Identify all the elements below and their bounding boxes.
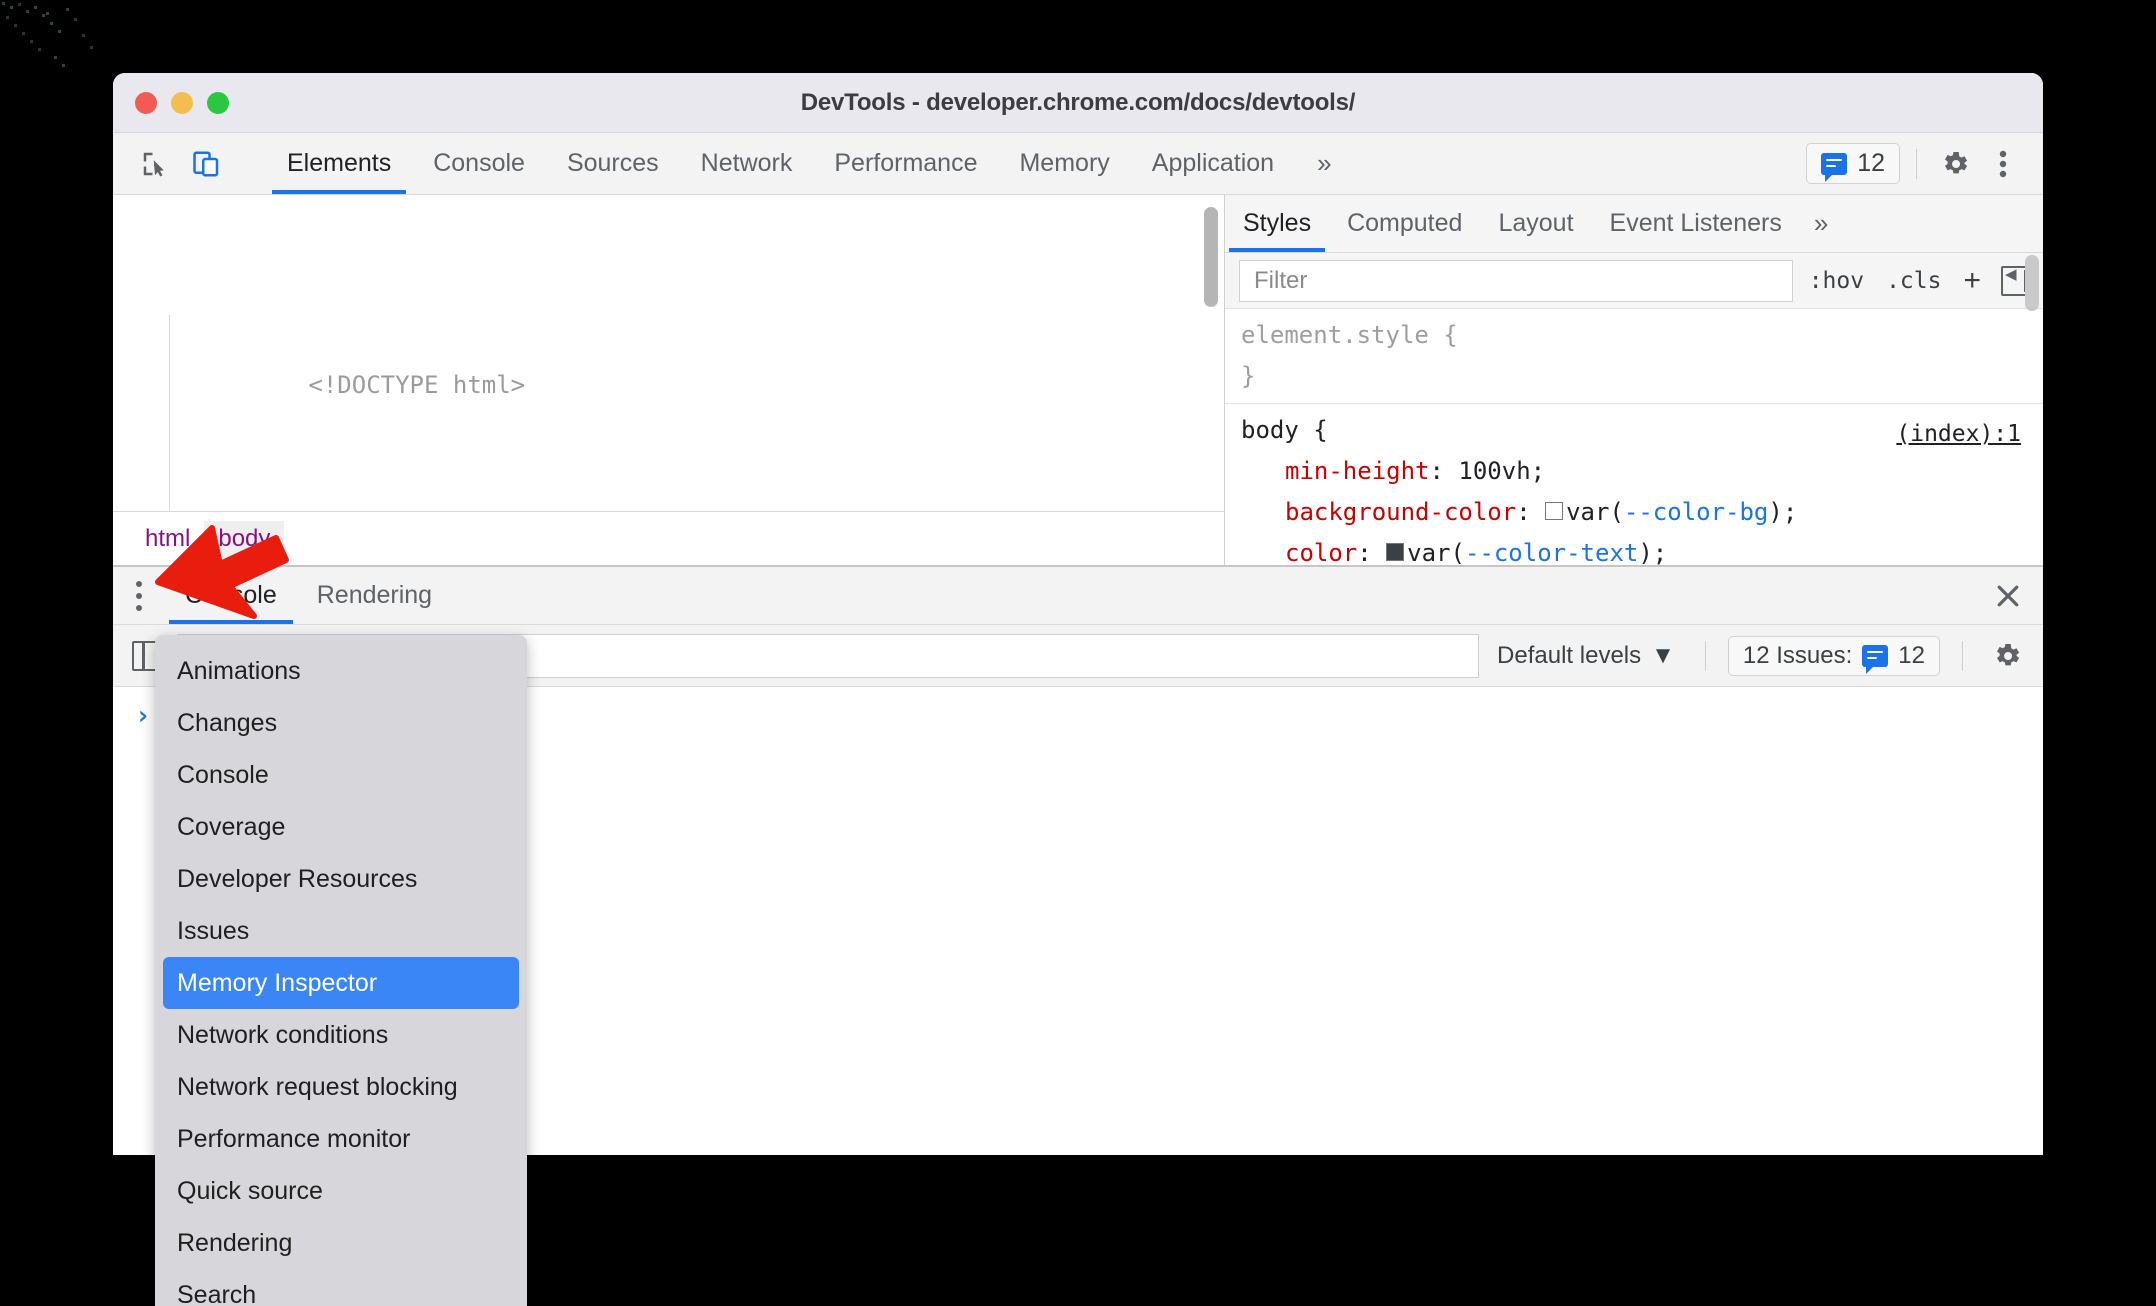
tab-layout[interactable]: Layout xyxy=(1480,195,1591,252)
tab-network[interactable]: Network xyxy=(680,133,814,194)
dom-tree-scrollbar[interactable] xyxy=(1204,207,1218,307)
tab-performance[interactable]: Performance xyxy=(813,133,998,194)
issues-badge-button[interactable]: 12 xyxy=(1806,143,1900,184)
prop-min-height[interactable]: min-height xyxy=(1285,457,1430,485)
console-prompt-arrow-icon: › xyxy=(135,701,151,731)
console-issues-bubble-icon xyxy=(1862,644,1889,674)
prop-color[interactable]: color xyxy=(1285,539,1357,565)
color-swatch-bg-icon[interactable] xyxy=(1545,502,1564,520)
drawer-close-icon[interactable] xyxy=(1973,567,2043,624)
menu-item-console[interactable]: Console xyxy=(155,749,527,801)
menu-item-developer-resources[interactable]: Developer Resources xyxy=(155,853,527,905)
tab-console[interactable]: Console xyxy=(412,133,546,194)
window-titlebar: DevTools - developer.chrome.com/docs/dev… xyxy=(113,73,2043,133)
tab-memory[interactable]: Memory xyxy=(998,133,1130,194)
val-color-varname[interactable]: --color-text xyxy=(1465,539,1638,565)
element-style-selector: element.style { xyxy=(1241,321,1458,349)
breadcrumb-item-body[interactable]: body xyxy=(204,520,285,557)
styles-panel: Styles Computed Layout Event Listeners »… xyxy=(1225,195,2043,565)
screenshot-root: DevTools - developer.chrome.com/docs/dev… xyxy=(0,0,2156,1306)
main-menu-kebab-icon[interactable] xyxy=(1981,142,2025,186)
element-style-closing-brace: } xyxy=(1241,362,1256,390)
console-issues-label: 12 Issues: xyxy=(1742,641,1853,669)
cls-toggle-button[interactable]: .cls xyxy=(1880,268,1947,294)
drawer-more-tools-kebab-icon[interactable] xyxy=(113,567,165,624)
val-bg-prefix: var( xyxy=(1566,498,1624,526)
menu-item-rendering[interactable]: Rendering xyxy=(155,1217,527,1269)
declaration-color[interactable]: color: var(--color-text); xyxy=(1241,533,2043,565)
issues-bubble-icon xyxy=(1821,152,1848,182)
device-toolbar-icon[interactable] xyxy=(187,144,227,184)
body-rule-origin-link[interactable]: (index):1 xyxy=(1896,414,2021,455)
console-issues-button[interactable]: 12 Issues: 12 xyxy=(1727,635,1940,676)
drawer-tab-console[interactable]: Console xyxy=(165,567,297,624)
tab-sources[interactable]: Sources xyxy=(546,133,680,194)
console-settings-gear-icon[interactable] xyxy=(1985,634,2029,678)
css-rule-list: element.style { } body { (index):1 min-h… xyxy=(1225,309,2043,565)
val-bg-varname[interactable]: --color-bg xyxy=(1624,498,1769,526)
console-issues-count: 12 xyxy=(1898,641,1925,669)
hov-toggle-button[interactable]: :hov xyxy=(1803,268,1870,294)
prop-background-color[interactable]: background-color xyxy=(1285,498,1516,526)
main-toolbar: Elements Console Sources Network Perform… xyxy=(113,133,2043,195)
menu-item-changes[interactable]: Changes xyxy=(155,697,527,749)
tab-styles[interactable]: Styles xyxy=(1225,195,1329,252)
val-bg-suffix: ); xyxy=(1768,498,1798,526)
styles-tab-list: Styles Computed Layout Event Listeners » xyxy=(1225,195,2043,253)
val-color-prefix: var( xyxy=(1407,539,1465,565)
more-tools-dropdown-menu[interactable]: Animations Changes Console Coverage Deve… xyxy=(155,635,527,1306)
menu-item-animations[interactable]: Animations xyxy=(155,645,527,697)
styles-filter-bar: Filter :hov .cls + xyxy=(1225,253,2043,309)
issues-badge-count: 12 xyxy=(1857,149,1885,177)
doctype-token: <!DOCTYPE html> xyxy=(308,371,526,399)
gear-icon[interactable] xyxy=(1933,142,1977,186)
panel-tab-list: Elements Console Sources Network Perform… xyxy=(266,133,1348,194)
declaration-min-height[interactable]: min-height: 100vh; xyxy=(1241,451,2043,492)
chevron-down-icon: ▼ xyxy=(1651,641,1675,669)
tab-event-listeners[interactable]: Event Listeners xyxy=(1592,195,1800,252)
new-style-rule-button[interactable]: + xyxy=(1957,264,1987,298)
styles-more-tabs-chevron-icon[interactable]: » xyxy=(1800,195,1842,252)
menu-item-network-conditions[interactable]: Network conditions xyxy=(155,1009,527,1061)
toolbar-right-group: 12 xyxy=(1806,133,2043,194)
val-color-suffix: ); xyxy=(1638,539,1668,565)
css-rule-body[interactable]: body { (index):1 min-height: 100vh; back… xyxy=(1225,404,2043,565)
menu-item-issues[interactable]: Issues xyxy=(155,905,527,957)
dom-tree[interactable]: <!DOCTYPE html> <html lang="en" data-coo… xyxy=(113,195,1224,565)
console-toolbar-divider-2 xyxy=(1962,640,1963,671)
panels-container: <!DOCTYPE html> <html lang="en" data-coo… xyxy=(113,195,2043,565)
log-levels-label: Default levels xyxy=(1497,641,1642,669)
edge-noise-decoration xyxy=(2,2,93,67)
color-swatch-text-icon[interactable] xyxy=(1386,543,1405,561)
drawer-tab-rendering[interactable]: Rendering xyxy=(297,567,452,624)
menu-item-memory-inspector[interactable]: Memory Inspector xyxy=(163,957,519,1009)
val-min-height[interactable]: 100vh; xyxy=(1458,457,1545,485)
dom-line-doctype[interactable]: <!DOCTYPE html> xyxy=(113,325,1224,445)
declaration-background-color[interactable]: background-color: var(--color-bg); xyxy=(1241,492,2043,533)
styles-filter-input[interactable]: Filter xyxy=(1239,259,1793,302)
menu-item-network-request-blocking[interactable]: Network request blocking xyxy=(155,1061,527,1113)
log-levels-dropdown[interactable]: Default levels ▼ xyxy=(1489,642,1683,670)
tab-elements[interactable]: Elements xyxy=(266,133,412,194)
breadcrumb-item-html[interactable]: html xyxy=(131,521,204,557)
menu-item-coverage[interactable]: Coverage xyxy=(155,801,527,853)
tab-application[interactable]: Application xyxy=(1131,133,1295,194)
toolbar-divider-2 xyxy=(1916,148,1917,179)
breadcrumb: html body xyxy=(113,511,1224,565)
menu-item-performance-monitor[interactable]: Performance monitor xyxy=(155,1113,527,1165)
window-title: DevTools - developer.chrome.com/docs/dev… xyxy=(800,88,1356,116)
menu-item-search[interactable]: Search xyxy=(155,1269,527,1306)
console-toolbar-divider xyxy=(1704,640,1706,671)
more-panels-chevron-icon[interactable]: » xyxy=(1301,133,1347,194)
inspect-element-icon[interactable] xyxy=(135,144,175,184)
tab-computed[interactable]: Computed xyxy=(1329,195,1480,252)
toolbar-icon-group xyxy=(113,133,266,194)
drawer-tab-bar: Console Rendering xyxy=(113,567,2043,625)
menu-item-quick-source[interactable]: Quick source xyxy=(155,1165,527,1217)
styles-panel-scrollbar[interactable] xyxy=(2025,255,2039,311)
elements-dom-panel: <!DOCTYPE html> <html lang="en" data-coo… xyxy=(113,195,1225,565)
css-rule-element-style[interactable]: element.style { } xyxy=(1225,309,2043,404)
